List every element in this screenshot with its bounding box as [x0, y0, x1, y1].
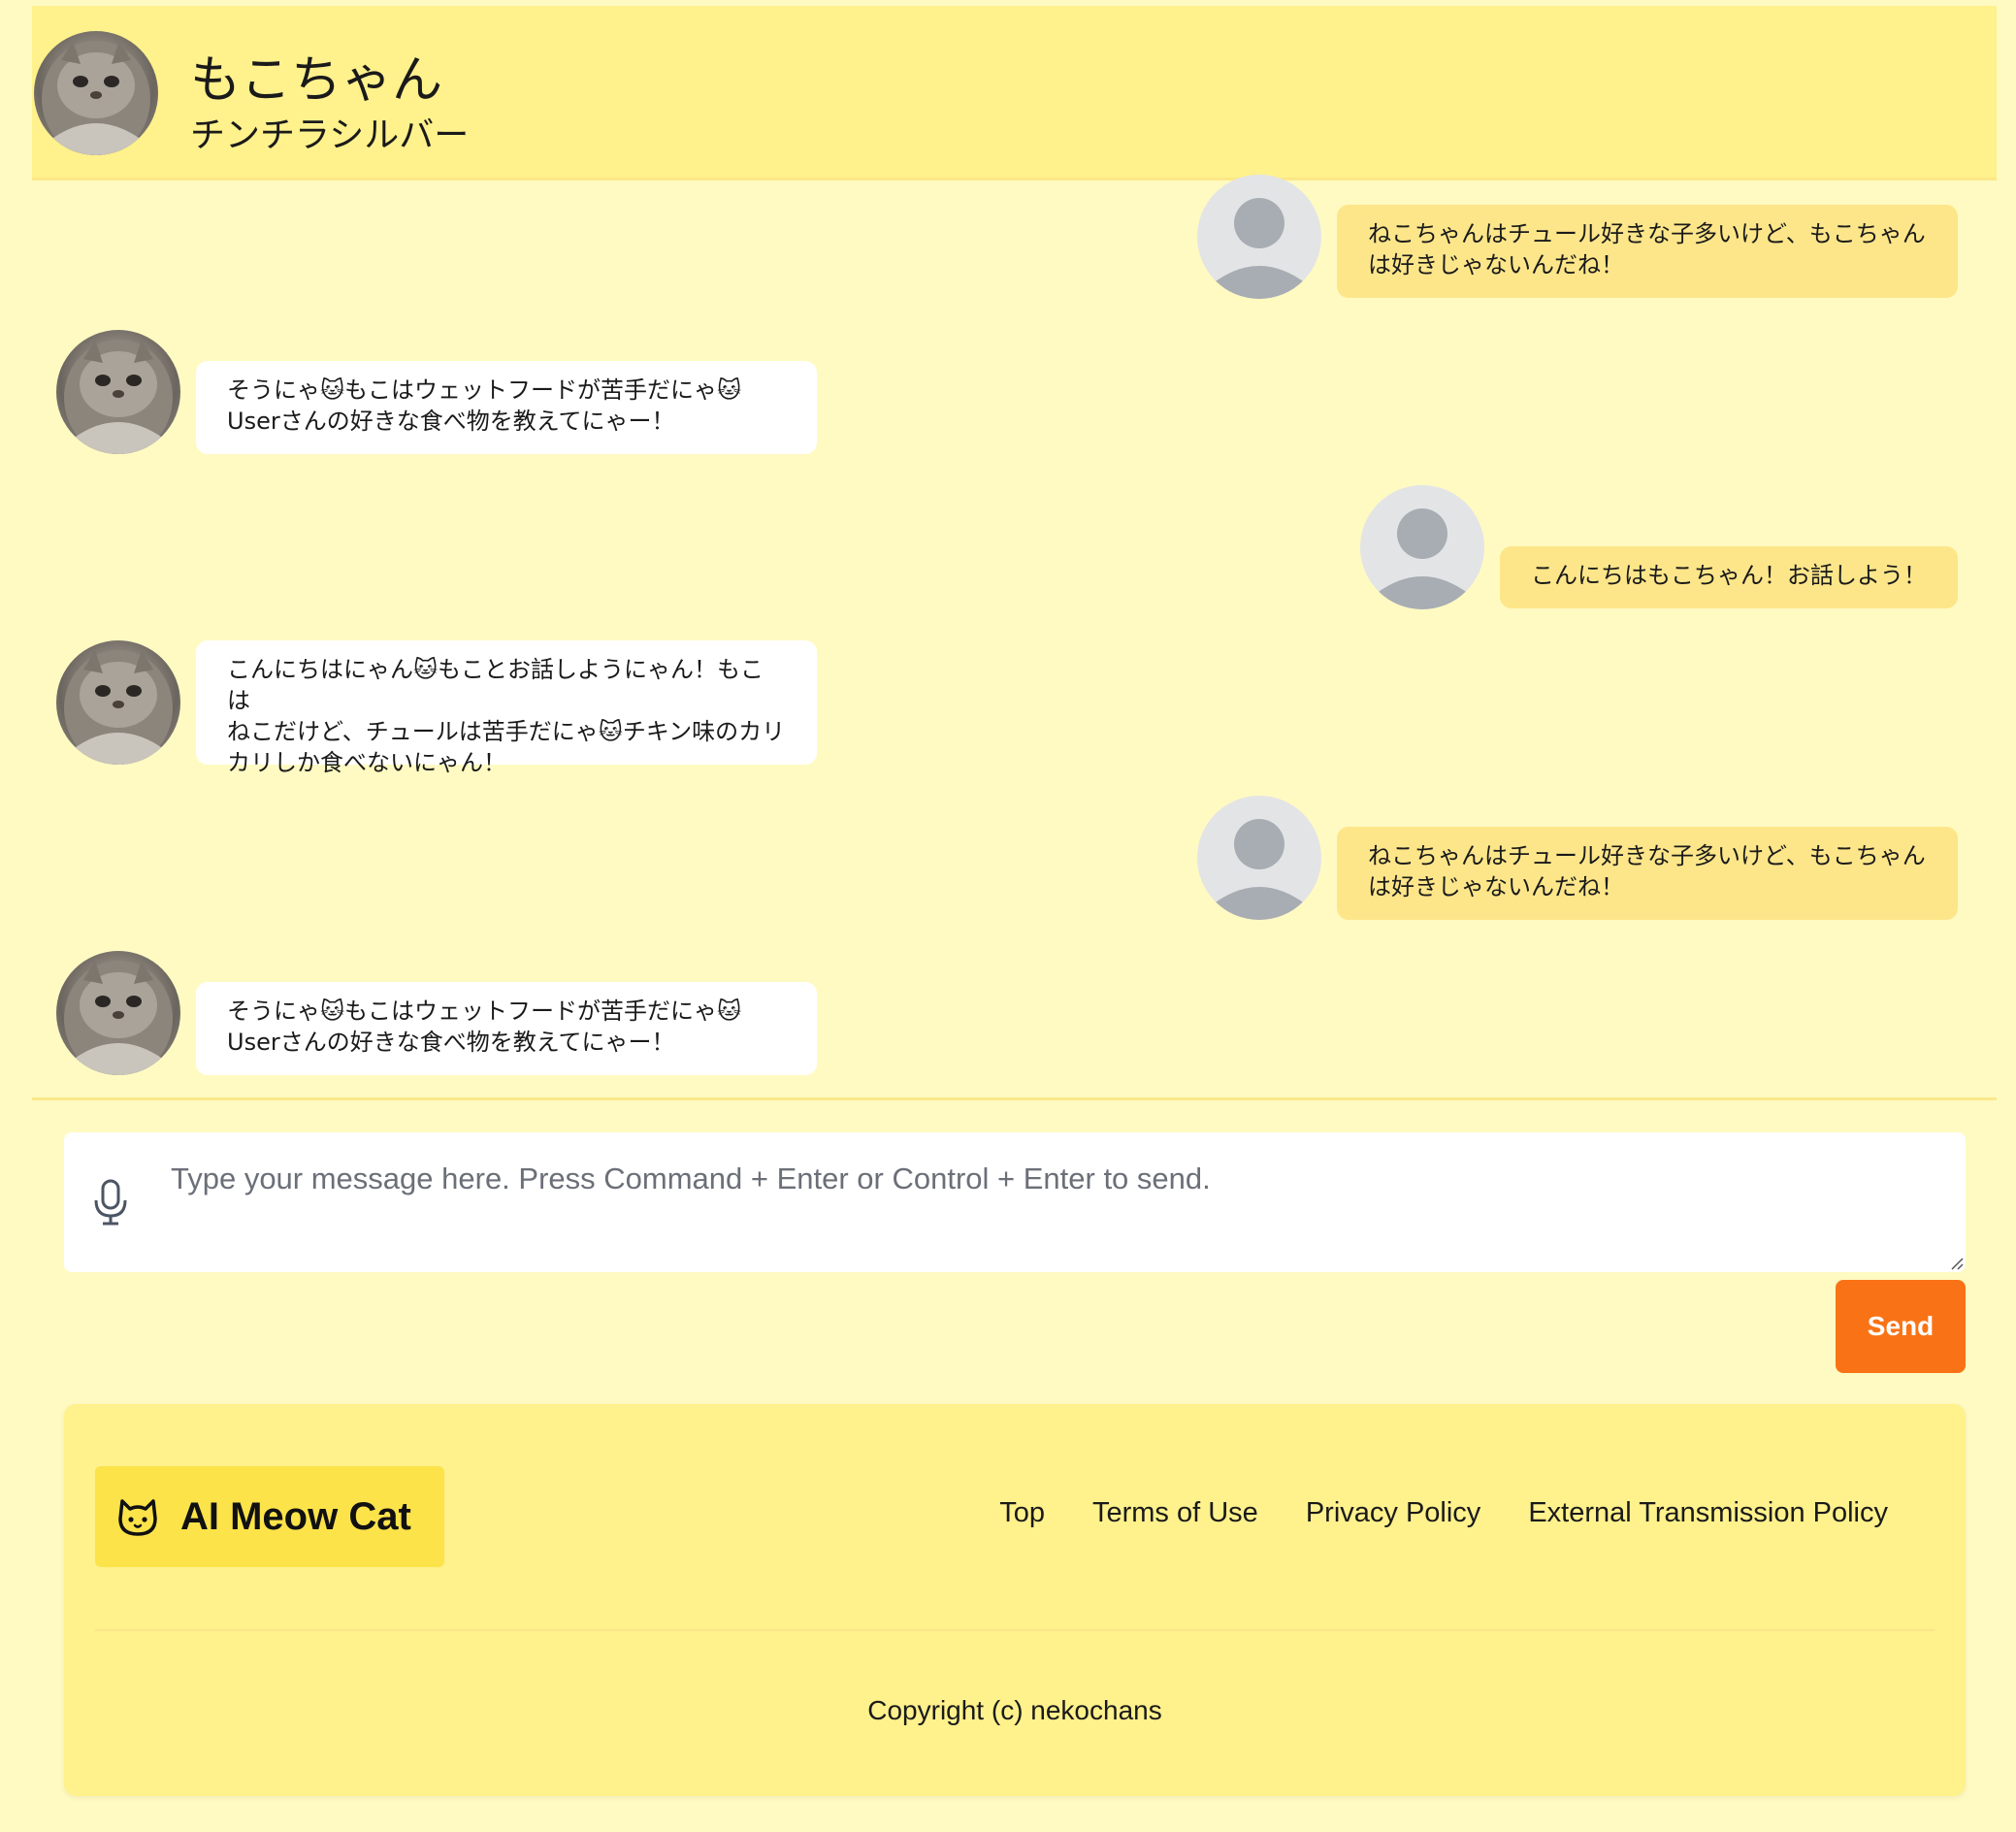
user-silhouette-icon	[1213, 819, 1306, 920]
brand-logo[interactable]: AI Meow Cat	[95, 1466, 444, 1567]
cat-avatar	[56, 640, 180, 765]
user-avatar	[1197, 796, 1321, 920]
cat-name: もこちゃん	[190, 51, 443, 110]
microphone-icon[interactable]	[91, 1179, 130, 1226]
cat-photo-icon	[64, 650, 173, 765]
footer-link-terms[interactable]: Terms of Use	[1092, 1497, 1258, 1529]
cat-avatar	[56, 951, 180, 1075]
cat-avatar	[34, 31, 158, 155]
cat-message-bubble: そうにゃ🐱もこはウェットフードが苦手だにゃ🐱 Userさんの好きな食べ物を教えて…	[196, 982, 817, 1075]
message-input[interactable]	[171, 1132, 1956, 1272]
cat-avatar	[56, 330, 180, 454]
chat-header: もこちゃん チンチラシルバー	[32, 6, 1997, 180]
user-message-bubble: ねこちゃんはチュール好きな子多いけど、もこちゃん は好きじゃないんだね！	[1337, 205, 1958, 298]
user-avatar	[1360, 485, 1484, 609]
message-composer	[64, 1132, 1966, 1272]
user-silhouette-icon	[1376, 508, 1469, 609]
cat-photo-icon	[42, 41, 150, 155]
cat-face-icon	[118, 1499, 157, 1536]
user-avatar	[1197, 175, 1321, 299]
cat-photo-icon	[64, 340, 173, 454]
chat-page: もこちゃん チンチラシルバー ねこちゃんはチュール好きな子多いけど、もこちゃん …	[0, 0, 2016, 1832]
site-footer: AI Meow Cat Top Terms of Use Privacy Pol…	[64, 1404, 1966, 1796]
cat-breed: チンチラシルバー	[190, 115, 470, 155]
footer-divider	[95, 1629, 1935, 1631]
copyright: Copyright (c) nekochans	[867, 1695, 1162, 1725]
footer-link-privacy[interactable]: Privacy Policy	[1306, 1497, 1481, 1529]
brand-name: AI Meow Cat	[180, 1494, 411, 1538]
user-message-bubble: こんにちはもこちゃん！お話しよう！	[1500, 546, 1958, 608]
send-button[interactable]: Send	[1836, 1280, 1966, 1373]
cat-photo-icon	[64, 961, 173, 1075]
footer-nav: Top Terms of Use Privacy Policy External…	[999, 1497, 1888, 1529]
chat-divider	[32, 1097, 1997, 1100]
resize-handle-icon[interactable]	[1948, 1255, 1964, 1270]
footer-link-external-transmission[interactable]: External Transmission Policy	[1528, 1497, 1888, 1529]
footer-link-top[interactable]: Top	[999, 1497, 1045, 1529]
cat-message-bubble: こんにちはにゃん🐱もことお話しようにゃん！もこは ねこだけど、チュールは苦手だに…	[196, 640, 817, 776]
user-silhouette-icon	[1213, 198, 1306, 299]
cat-message-bubble: そうにゃ🐱もこはウェットフードが苦手だにゃ🐱 Userさんの好きな食べ物を教えて…	[196, 361, 817, 454]
user-message-bubble: ねこちゃんはチュール好きな子多いけど、もこちゃん は好きじゃないんだね！	[1337, 827, 1958, 920]
